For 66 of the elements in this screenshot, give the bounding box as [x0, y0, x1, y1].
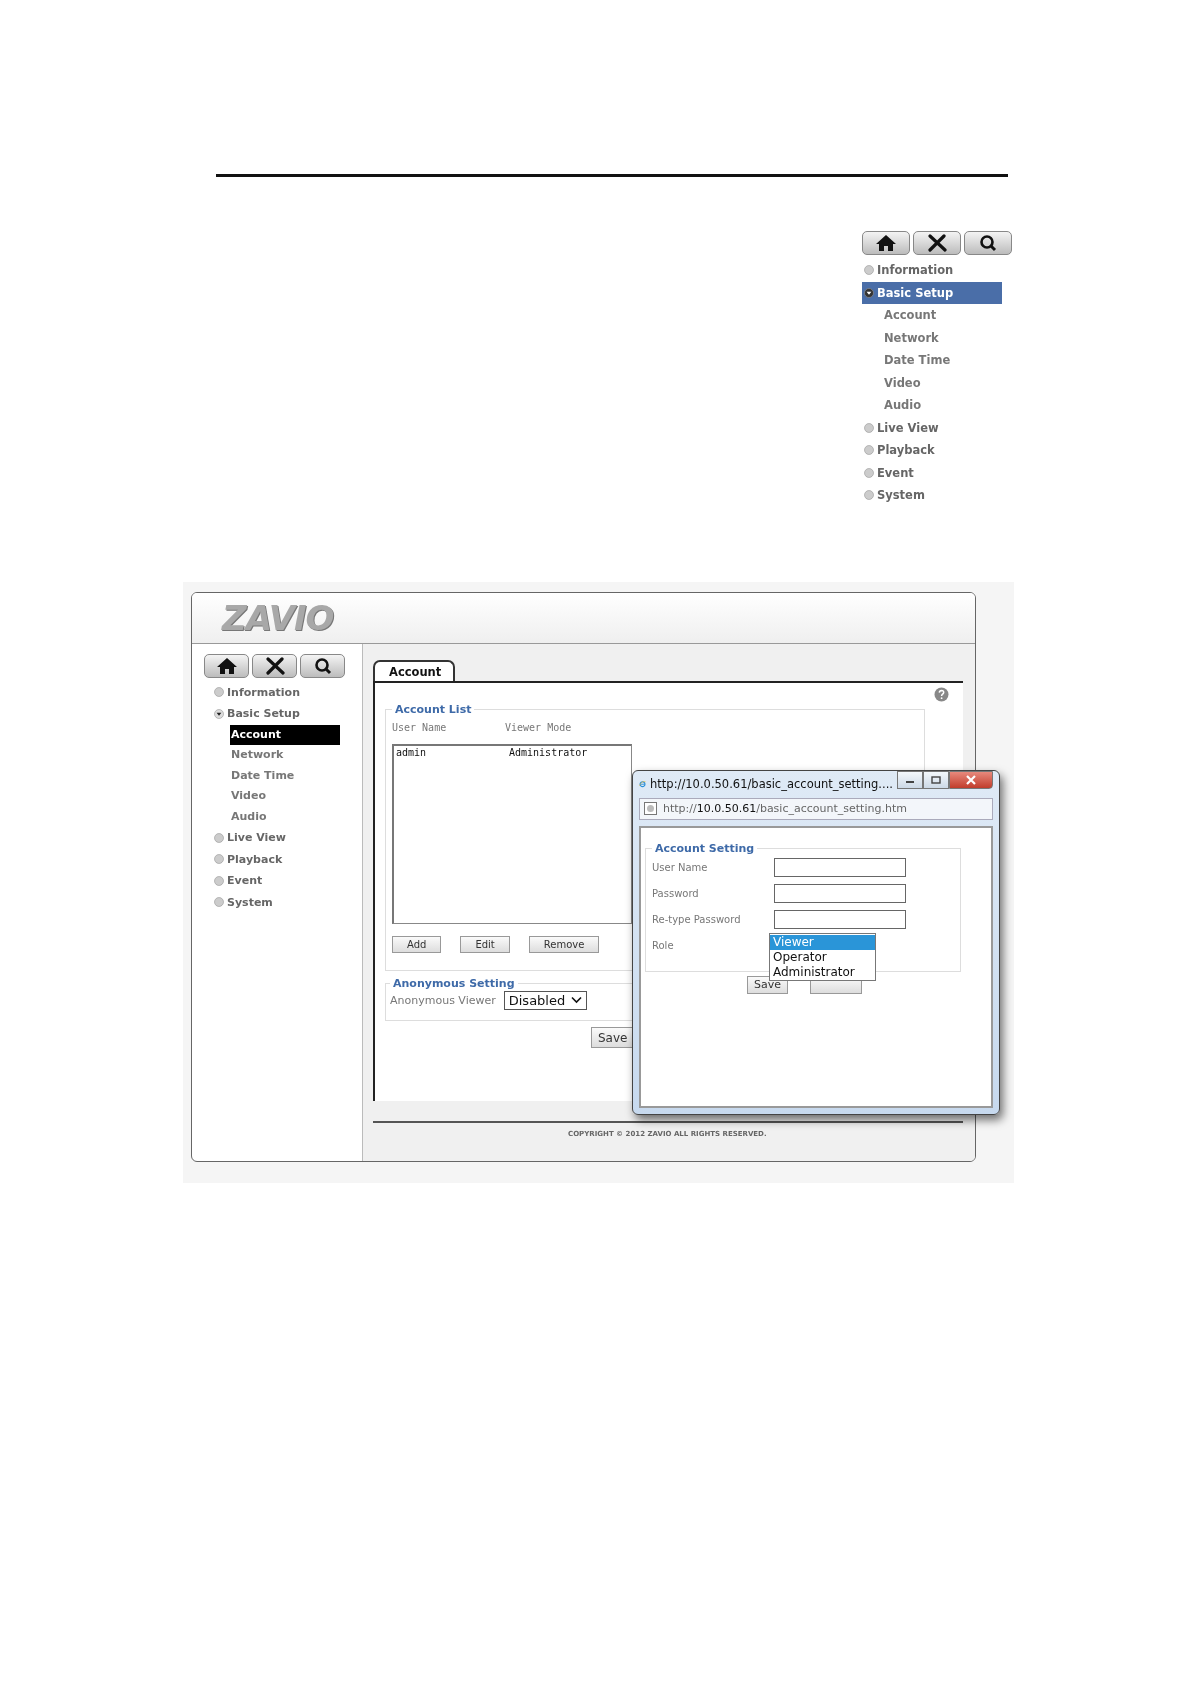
column-header: Viewer Mode: [505, 721, 573, 733]
menu-item[interactable]: System: [204, 891, 362, 913]
action-button[interactable]: Remove: [528, 935, 600, 953]
menu-item[interactable]: Basic Setup: [862, 281, 1002, 304]
minimize-button[interactable]: [897, 770, 923, 789]
field-label: Password: [652, 888, 700, 899]
search-button[interactable]: [300, 653, 345, 678]
submenu-item[interactable]: Audio: [862, 394, 1014, 417]
tab[interactable]: Account: [373, 659, 456, 681]
menu-item[interactable]: Event: [862, 461, 1014, 484]
home-button[interactable]: [862, 231, 910, 255]
input-field[interactable]: [774, 858, 906, 877]
maximize-button[interactable]: [923, 770, 949, 789]
page-icon: [644, 802, 657, 815]
menu-item[interactable]: Information: [862, 259, 1014, 282]
submenu-item[interactable]: Account: [862, 304, 1014, 327]
dropdown-option[interactable]: Operator: [770, 949, 875, 965]
submenu-item[interactable]: Audio: [230, 806, 340, 827]
address-bar[interactable]: http://10.0.50.61/basic_account_setting.htm: [639, 797, 993, 820]
settings-button[interactable]: [913, 231, 961, 255]
list-cell-text: admin: [396, 746, 428, 758]
save-button[interactable]: Save: [591, 1026, 635, 1048]
tools-icon: [926, 234, 948, 252]
submenu-item[interactable]: Video: [862, 371, 1014, 394]
menu-item[interactable]: System: [862, 484, 1014, 507]
search-icon: [977, 234, 999, 252]
submenu-item[interactable]: Network: [862, 326, 1014, 349]
menu-item[interactable]: Playback: [204, 848, 362, 870]
field-label: Role: [652, 940, 675, 951]
input-field[interactable]: [774, 884, 906, 903]
action-button[interactable]: Add: [392, 935, 442, 953]
settings-button[interactable]: [252, 653, 297, 678]
field-label: Anonymous Viewer: [390, 993, 496, 1007]
search-button[interactable]: [964, 231, 1012, 255]
menu-item[interactable]: Basic Setup: [204, 703, 362, 725]
menu-item[interactable]: Information: [204, 681, 362, 703]
close-icon: [965, 774, 977, 785]
menu-item[interactable]: Event: [204, 870, 362, 892]
field-label: Re-type Password: [652, 914, 742, 925]
section-title: Account List: [394, 702, 473, 716]
menu-item[interactable]: Live View: [862, 416, 1014, 439]
section-title: Anonymous Setting: [392, 976, 516, 990]
menu-item[interactable]: Live View: [204, 827, 362, 849]
home-icon: [215, 656, 238, 675]
home-button[interactable]: [204, 653, 249, 678]
chevron-icon: [571, 996, 583, 1004]
section-title: Account Setting: [654, 841, 756, 855]
close-button[interactable]: [949, 770, 993, 789]
list-cell-text: Administrator: [509, 746, 589, 758]
maximize-icon: [931, 775, 941, 784]
dropdown-option[interactable]: Viewer: [770, 934, 875, 950]
window-title: http://10.0.50.61/basic_account_setting....: [650, 777, 893, 791]
submenu-item[interactable]: Account: [230, 724, 340, 745]
column-header: User Name: [392, 721, 448, 733]
home-icon: [875, 234, 897, 252]
logo: ZAVIO: [222, 597, 334, 638]
submenu-item[interactable]: Date Time: [230, 765, 340, 786]
action-button[interactable]: Edit: [460, 935, 510, 953]
field-label: User Name: [652, 862, 709, 873]
anonymous-viewer-select[interactable]: Disabled: [503, 990, 588, 1010]
submenu-item[interactable]: Network: [230, 745, 340, 766]
submenu-item[interactable]: Date Time: [862, 349, 1014, 372]
menu-item[interactable]: Playback: [862, 439, 1014, 462]
help-icon[interactable]: [934, 686, 949, 702]
input-field[interactable]: [774, 910, 906, 929]
submenu-item[interactable]: Video: [230, 786, 340, 807]
